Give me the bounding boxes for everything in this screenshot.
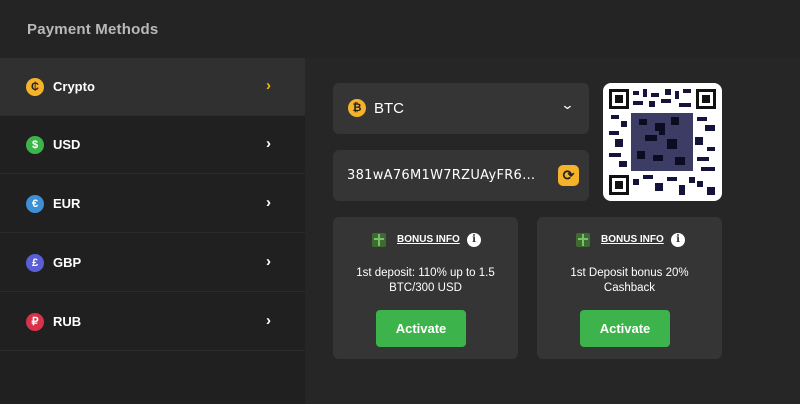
info-icon[interactable]: i [671, 233, 685, 247]
bonus-info-link[interactable]: BONUS INFO [601, 234, 664, 245]
bonus-header: BONUS INFO i [333, 233, 518, 251]
sidebar-item-label: Crypto [53, 79, 95, 94]
chevron-right-icon: › [266, 194, 271, 211]
sidebar-item-usd[interactable]: $ USD › [0, 116, 305, 174]
sidebar-item-label: GBP [53, 255, 82, 270]
ruble-icon: ₽ [26, 313, 44, 331]
bonus-card: BONUS INFO i 1st Deposit bonus 20% Cashb… [537, 217, 722, 359]
bonus-description: 1st deposit: 110% up to 1.5 BTC/300 USD [356, 267, 495, 294]
pound-icon: £ [26, 254, 44, 272]
chevron-right-icon: › [266, 253, 271, 270]
refresh-icon[interactable]: ⟳ [558, 165, 579, 186]
sidebar-item-crypto[interactable]: ₵ Crypto › [0, 58, 305, 116]
bonus-description: 1st Deposit bonus 20% Cashback [570, 267, 689, 294]
header: Payment Methods [0, 0, 800, 58]
activate-button[interactable]: Activate [580, 310, 670, 347]
euro-icon: € [26, 195, 44, 213]
currency-select[interactable]: ₿ BTC ⌄ [333, 83, 589, 134]
bonus-info-link[interactable]: BONUS INFO [397, 234, 460, 245]
sidebar-item-label: USD [53, 137, 81, 152]
qr-code [603, 83, 722, 201]
activate-button[interactable]: Activate [376, 310, 466, 347]
deposit-address-field[interactable]: 381wA76M1W7RZUAyFR6k ... ⟳ [333, 150, 589, 201]
bitcoin-icon: ₿ [348, 99, 366, 117]
chevron-down-icon: ⌄ [560, 97, 575, 112]
qr-code-icon [609, 89, 716, 195]
info-icon[interactable]: i [467, 233, 481, 247]
chevron-right-icon: › [266, 135, 271, 152]
sidebar-item-label: EUR [53, 196, 81, 211]
gift-icon [576, 233, 590, 247]
page-title: Payment Methods [27, 21, 159, 38]
bonus-card: BONUS INFO i 1st deposit: 110% up to 1.5… [333, 217, 518, 359]
dollar-icon: $ [26, 136, 44, 154]
bonus-header: BONUS INFO i [537, 233, 722, 251]
chevron-right-icon: › [266, 77, 271, 94]
gift-icon [372, 233, 386, 247]
deposit-address[interactable]: 381wA76M1W7RZUAyFR6k ... [347, 168, 537, 183]
crypto-deposit-panel: ₿ BTC ⌄ 381wA76M1W7RZUAyFR6k ... ⟳ BONUS… [305, 58, 800, 404]
payment-methods-sidebar: ₵ Crypto › $ USD › € EUR › £ GBP › ₽ RUB… [0, 58, 305, 404]
chevron-right-icon: › [266, 312, 271, 329]
sidebar-item-label: RUB [53, 314, 82, 329]
currency-select-value: BTC [374, 100, 404, 117]
sidebar-item-eur[interactable]: € EUR › [0, 175, 305, 233]
sidebar-item-rub[interactable]: ₽ RUB › [0, 293, 305, 351]
sidebar-item-gbp[interactable]: £ GBP › [0, 234, 305, 292]
crypto-coin-icon: ₵ [26, 78, 44, 96]
